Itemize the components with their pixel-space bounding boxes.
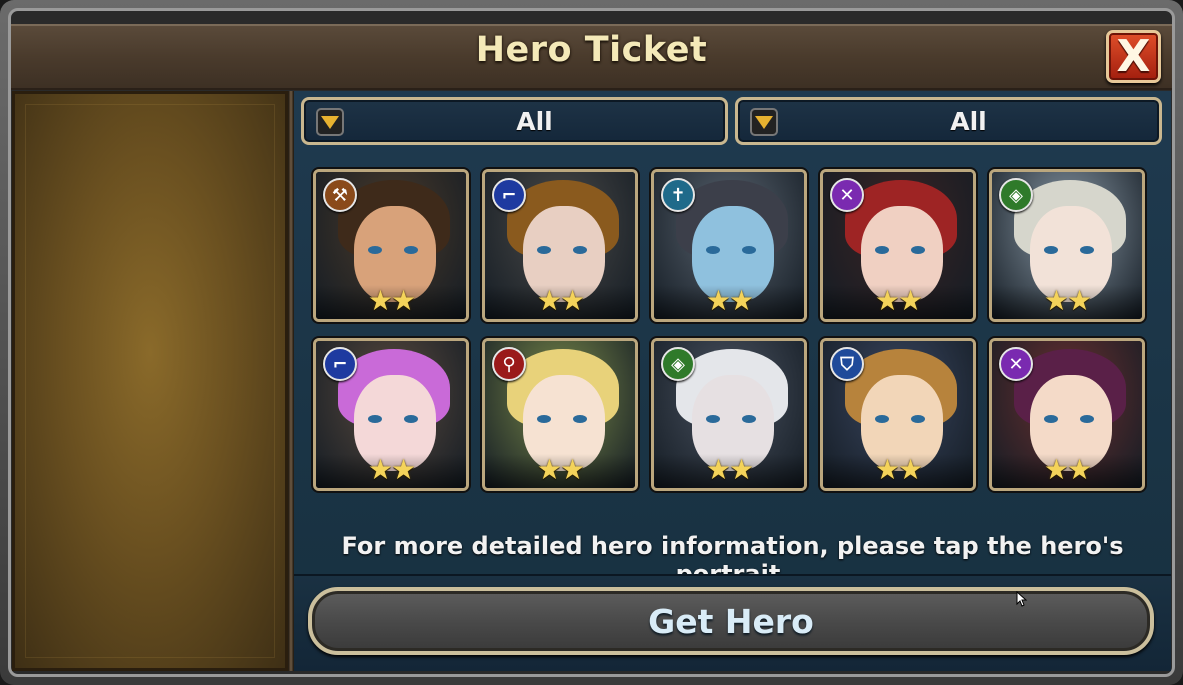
hero-eye xyxy=(706,415,720,423)
gun-icon: ⌐ xyxy=(492,178,526,212)
hero-portrait-card[interactable]: ✕ ★★ xyxy=(989,338,1145,491)
star-icon: ★ xyxy=(729,453,754,486)
star-icon: ★ xyxy=(1067,284,1092,317)
bow-icon: ◈ xyxy=(661,347,695,381)
shield-icon: ⛉ xyxy=(830,347,864,381)
hero-eye xyxy=(368,246,382,254)
filter-dropdown-1[interactable]: All xyxy=(301,97,728,145)
hero-eye xyxy=(537,246,551,254)
hero-portrait-card[interactable]: ⌐ ★★ xyxy=(482,169,638,322)
star-icon: ★ xyxy=(705,453,731,486)
star-icon: ★ xyxy=(560,453,585,486)
hero-portrait-card[interactable]: ⚒ ★★ xyxy=(313,169,469,322)
hero-eye xyxy=(1044,246,1058,254)
close-icon: X xyxy=(1116,30,1151,82)
star-rating: ★★ xyxy=(316,456,466,484)
hero-eye xyxy=(742,415,756,423)
crossed-swords-icon: ✕ xyxy=(830,178,864,212)
star-rating: ★★ xyxy=(992,287,1142,315)
hero-eye xyxy=(706,246,720,254)
hero-eye xyxy=(537,415,551,423)
star-rating: ★★ xyxy=(654,456,804,484)
star-icon: ★ xyxy=(1067,453,1092,486)
star-icon: ★ xyxy=(1043,453,1069,486)
crossed-swords-icon: ✕ xyxy=(999,347,1033,381)
hero-eye xyxy=(911,246,925,254)
star-icon: ★ xyxy=(898,284,923,317)
star-rating: ★★ xyxy=(823,456,973,484)
dropdown-arrow-icon xyxy=(316,108,344,136)
filter-dropdown-2-label: All xyxy=(950,107,987,136)
star-icon: ★ xyxy=(729,284,754,317)
hero-portrait-card[interactable]: ✕ ★★ xyxy=(820,169,976,322)
staff-icon: ⚲ xyxy=(492,347,526,381)
hero-eye xyxy=(875,415,889,423)
star-rating: ★★ xyxy=(823,287,973,315)
gun-icon: ⌐ xyxy=(323,347,357,381)
hero-eye xyxy=(911,415,925,423)
filter-dropdown-1-label: All xyxy=(516,107,553,136)
star-icon: ★ xyxy=(898,453,923,486)
star-icon: ★ xyxy=(536,284,562,317)
star-icon: ★ xyxy=(874,284,900,317)
hero-preview-panel xyxy=(12,91,288,671)
hero-portrait-card[interactable]: ✝ ★★ xyxy=(651,169,807,322)
hero-portrait-card[interactable]: ⚲ ★★ xyxy=(482,338,638,491)
dropdown-arrow-icon xyxy=(750,108,778,136)
star-icon: ★ xyxy=(391,284,416,317)
hero-portrait-card[interactable]: ⌐ ★★ xyxy=(313,338,469,491)
star-rating: ★★ xyxy=(316,287,466,315)
hero-eye xyxy=(1080,246,1094,254)
hero-eye xyxy=(404,415,418,423)
star-icon: ★ xyxy=(536,453,562,486)
hero-eye xyxy=(368,415,382,423)
hero-eye xyxy=(1080,415,1094,423)
get-hero-label: Get Hero xyxy=(648,601,814,641)
hero-eye xyxy=(1044,415,1058,423)
mouse-cursor-icon xyxy=(1016,591,1028,607)
star-icon: ★ xyxy=(1043,284,1069,317)
star-icon: ★ xyxy=(705,284,731,317)
hero-portrait-card[interactable]: ◈ ★★ xyxy=(989,169,1145,322)
hero-eye xyxy=(875,246,889,254)
axe-icon: ⚒ xyxy=(323,178,357,212)
star-icon: ★ xyxy=(874,453,900,486)
star-rating: ★★ xyxy=(485,287,635,315)
dialog-title: Hero Ticket xyxy=(475,30,708,70)
hero-eye xyxy=(573,246,587,254)
close-button[interactable]: X xyxy=(1106,30,1161,83)
star-rating: ★★ xyxy=(485,456,635,484)
star-icon: ★ xyxy=(391,453,416,486)
hero-eye xyxy=(742,246,756,254)
star-icon: ★ xyxy=(560,284,585,317)
hero-eye xyxy=(573,415,587,423)
hero-portrait-card[interactable]: ◈ ★★ xyxy=(651,338,807,491)
bow-icon: ◈ xyxy=(999,178,1033,212)
star-icon: ★ xyxy=(367,453,393,486)
hero-portrait-card[interactable]: ⛉ ★★ xyxy=(820,338,976,491)
star-rating: ★★ xyxy=(654,287,804,315)
hero-eye xyxy=(404,246,418,254)
filter-dropdown-2[interactable]: All xyxy=(735,97,1162,145)
star-rating: ★★ xyxy=(992,456,1142,484)
cross-icon: ✝ xyxy=(661,178,695,212)
star-icon: ★ xyxy=(367,284,393,317)
